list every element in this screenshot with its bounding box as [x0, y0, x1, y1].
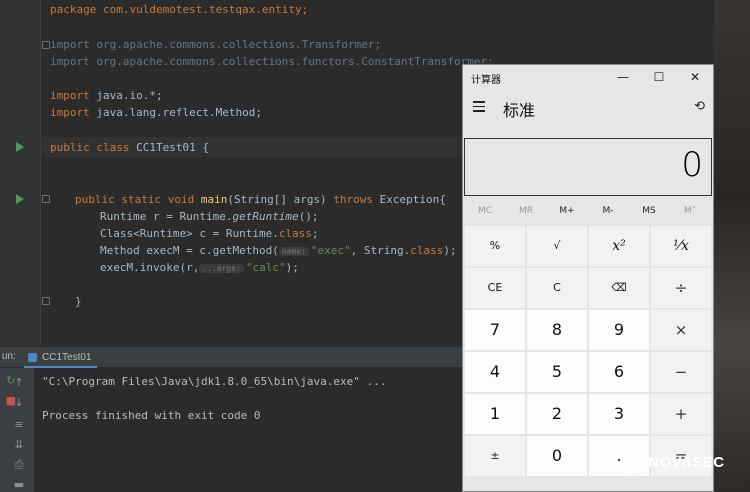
clear-button[interactable]: C: [527, 268, 587, 308]
watermark-text: NOVASEC: [648, 454, 725, 471]
code-text: , String.: [350, 244, 411, 257]
calculator-display: 0: [464, 138, 712, 196]
digit-8-button[interactable]: 8: [527, 310, 587, 350]
memory-recall-button[interactable]: MR: [506, 206, 546, 216]
keyword: class: [278, 227, 312, 240]
menu-icon[interactable]: [473, 101, 485, 112]
watermark: NOVASEC: [610, 448, 750, 478]
string-literal: "calc": [245, 261, 286, 274]
param-hint: name:: [278, 247, 309, 256]
wechat-icon: [620, 452, 642, 474]
calculator-header: 标准 ⟲: [463, 91, 713, 125]
minimize-icon[interactable]: —: [605, 67, 641, 87]
memory-store-button[interactable]: MS: [629, 206, 669, 216]
code-text: Runtime r = Runtime.: [100, 210, 233, 223]
code-text: ();: [298, 210, 319, 223]
code-text: java.io.*;: [89, 89, 163, 102]
delete-icon[interactable]: ▬: [12, 478, 26, 492]
calculator-title: 计算器: [471, 75, 501, 86]
keyword: class: [410, 244, 444, 257]
reciprocal-button[interactable]: ¹⁄x: [651, 226, 711, 266]
keyword: import: [50, 89, 90, 102]
negate-button[interactable]: ±: [465, 436, 525, 476]
scroll-up-icon[interactable]: ↑: [12, 376, 26, 390]
class-decl-line: public class CC1Test01 {: [50, 141, 209, 154]
code-text: Exception{: [373, 193, 446, 206]
digit-3-button[interactable]: 3: [589, 394, 649, 434]
run-label: un:: [2, 351, 16, 362]
import-line: import java.io.*;: [50, 89, 163, 102]
code-text: java.lang.reflect.Method;: [89, 106, 262, 119]
keyword: import: [50, 106, 90, 119]
square-button[interactable]: x²: [589, 226, 649, 266]
code-text: );: [285, 261, 299, 274]
code-text: Method execM = c.getMethod(: [100, 244, 279, 257]
multiply-button[interactable]: ×: [651, 310, 711, 350]
console-exit-message: Process finished with exit code 0: [42, 409, 261, 422]
clear-entry-button[interactable]: CE: [465, 268, 525, 308]
close-icon[interactable]: ✕: [677, 67, 713, 87]
memory-row: MC MR M+ M- MS M˅: [463, 202, 713, 222]
run-config-icon: [28, 353, 37, 362]
keyword: public class: [50, 141, 130, 154]
memory-subtract-button[interactable]: M-: [588, 206, 628, 216]
run-tab[interactable]: CC1Test01: [24, 349, 98, 368]
memory-add-button[interactable]: M+: [547, 206, 587, 216]
digit-5-button[interactable]: 5: [527, 352, 587, 392]
code-text: Class<Runtime> c = Runtime.: [100, 227, 279, 240]
history-icon[interactable]: ⟲: [694, 99, 705, 114]
memory-clear-button[interactable]: MC: [465, 206, 505, 216]
code-line: execM.invoke(r, ...args: "calc");: [100, 261, 299, 274]
mode-title: 标准: [503, 101, 536, 120]
calculator-titlebar[interactable]: 计算器 — ☐ ✕: [463, 65, 713, 89]
digit-4-button[interactable]: 4: [465, 352, 525, 392]
digit-2-button[interactable]: 2: [527, 394, 587, 434]
percent-button[interactable]: %: [465, 226, 525, 266]
code-italic: getRuntime: [232, 210, 299, 223]
backspace-button[interactable]: ⌫: [589, 268, 649, 308]
code-line: Runtime r = Runtime.getRuntime();: [100, 210, 319, 223]
add-button[interactable]: +: [651, 394, 711, 434]
sqrt-button[interactable]: √: [527, 226, 587, 266]
param-hint: ...args:: [199, 264, 244, 273]
keyword: public static void: [75, 193, 195, 206]
string-literal: "exec": [310, 244, 351, 257]
digit-6-button[interactable]: 6: [589, 352, 649, 392]
run-toolbar: ↻ ↑ ■ ↓ ≡ ⇊ ⎙ ▬: [0, 368, 34, 492]
code-text: ;: [311, 227, 319, 240]
calculator-window[interactable]: 计算器 — ☐ ✕ 标准 ⟲ 0 MC MR M+ M- MS M˅ % √ x…: [462, 64, 714, 492]
background-photo: [714, 0, 750, 492]
import-line: import org.apache.commons.collections.fu…: [50, 55, 494, 68]
scroll-to-end-icon[interactable]: ⇊: [12, 438, 26, 452]
display-value: 0: [681, 145, 703, 185]
code-line: Class<Runtime> c = Runtime.class;: [100, 227, 319, 240]
main-decl-line: public static void main(String[] args) t…: [75, 193, 446, 206]
digit-7-button[interactable]: 7: [465, 310, 525, 350]
soft-wrap-icon[interactable]: ≡: [12, 418, 26, 432]
code-text: (String[] args): [227, 193, 334, 206]
import-line: import org.apache.commons.collections.Tr…: [50, 38, 382, 51]
package-line: package com.vuldemotest.testqax.entity;: [50, 3, 308, 16]
maximize-icon[interactable]: ☐: [641, 67, 677, 87]
scroll-down-icon[interactable]: ↓: [12, 396, 26, 410]
print-icon[interactable]: ⎙: [12, 458, 26, 472]
digit-9-button[interactable]: 9: [589, 310, 649, 350]
code-line: Method execM = c.getMethod(name: "exec", …: [100, 244, 457, 257]
method-name: main: [200, 193, 228, 206]
digit-0-button[interactable]: 0: [527, 436, 587, 476]
memory-list-button[interactable]: M˅: [670, 206, 710, 216]
digit-1-button[interactable]: 1: [465, 394, 525, 434]
code-text: execM.invoke(r,: [100, 261, 200, 274]
code-package: package com.vuldemotest.testqax.entity;: [50, 3, 309, 16]
subtract-button[interactable]: −: [651, 352, 711, 392]
console-command: "C:\Program Files\Java\jdk1.8.0_65\bin\j…: [42, 375, 387, 388]
import-line: import java.lang.reflect.Method;: [50, 106, 262, 119]
closing-brace: }: [75, 295, 82, 308]
run-tab-label: CC1Test01: [42, 352, 92, 363]
divide-button[interactable]: ÷: [651, 268, 711, 308]
keyword: throws: [333, 193, 374, 206]
code-text: );: [443, 244, 457, 257]
code-text: CC1Test01 {: [129, 141, 209, 154]
